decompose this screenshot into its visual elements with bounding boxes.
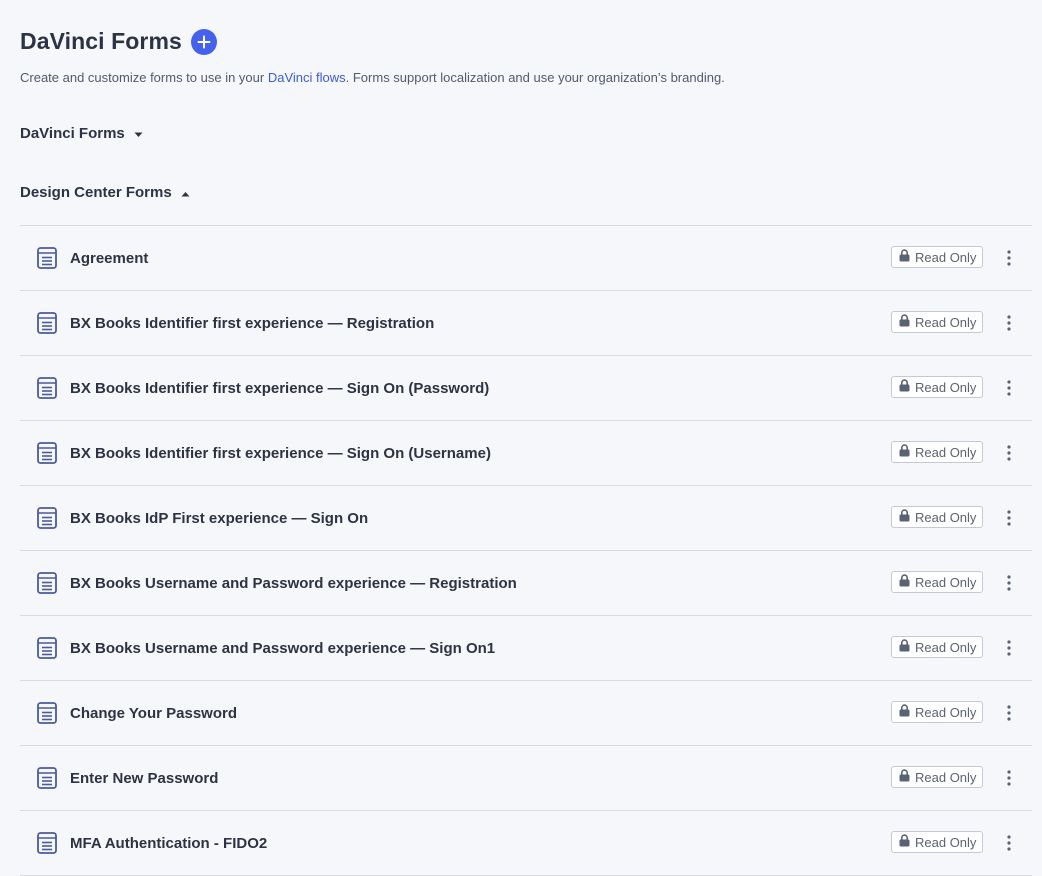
form-name[interactable]: MFA Authentication - FIDO2 [70,835,267,852]
section-label: DaVinci Forms [20,125,125,142]
more-options-icon[interactable] [1003,573,1015,593]
davinci-flows-link[interactable]: DaVinci flows [268,70,346,85]
section-toggle-davinci-forms[interactable]: DaVinci Forms [20,125,143,142]
badge-label: Read Only [915,444,977,460]
lock-icon [899,509,910,525]
form-icon [37,507,57,529]
form-row[interactable]: Change Your Password Read Only [20,681,1032,746]
form-icon [37,637,57,659]
form-icon [37,312,57,334]
page-title: DaVinci Forms [20,28,182,54]
lock-icon [899,249,910,265]
more-options-icon[interactable] [1003,768,1015,788]
read-only-badge: Read Only [891,571,984,593]
lock-icon [899,639,910,655]
form-name[interactable]: Enter New Password [70,770,218,787]
badge-label: Read Only [915,509,977,525]
form-name[interactable]: Change Your Password [70,705,237,722]
read-only-badge: Read Only [891,376,984,398]
form-name[interactable]: BX Books Username and Password experienc… [70,640,495,657]
badge-label: Read Only [915,574,977,590]
form-row[interactable]: BX Books Identifier first experience — S… [20,356,1032,421]
form-row[interactable]: MFA Authentication - FIDO2 Read Only [20,811,1032,876]
form-row[interactable]: BX Books IdP First experience — Sign On … [20,486,1032,551]
more-options-icon[interactable] [1003,443,1015,463]
form-name[interactable]: BX Books Identifier first experience — R… [70,315,434,332]
form-icon [37,702,57,724]
form-row[interactable]: BX Books Username and Password experienc… [20,551,1032,616]
lock-icon [899,379,910,395]
lock-icon [899,704,910,720]
form-icon [37,572,57,594]
read-only-badge: Read Only [891,766,984,788]
read-only-badge: Read Only [891,441,984,463]
lock-icon [899,574,910,590]
form-row[interactable]: BX Books Identifier first experience — R… [20,291,1032,356]
more-options-icon[interactable] [1003,508,1015,528]
more-options-icon[interactable] [1003,833,1015,853]
lock-icon [899,834,910,850]
form-icon [37,377,57,399]
lock-icon [899,769,910,785]
more-options-icon[interactable] [1003,638,1015,658]
form-name[interactable]: BX Books IdP First experience — Sign On [70,510,368,527]
form-icon [37,832,57,854]
page-header: DaVinci Forms [20,28,217,55]
plus-icon [197,35,211,48]
section-toggle-design-center-forms[interactable]: Design Center Forms [20,184,190,201]
read-only-badge: Read Only [891,831,984,853]
badge-label: Read Only [915,834,977,850]
badge-label: Read Only [915,379,977,395]
form-name[interactable]: BX Books Username and Password experienc… [70,575,517,592]
read-only-badge: Read Only [891,246,984,268]
more-options-icon[interactable] [1003,703,1015,723]
read-only-badge: Read Only [891,311,984,333]
badge-label: Read Only [915,639,977,655]
more-options-icon[interactable] [1003,248,1015,268]
badge-label: Read Only [915,249,977,265]
form-row[interactable]: BX Books Username and Password experienc… [20,616,1032,681]
read-only-badge: Read Only [891,506,984,528]
more-options-icon[interactable] [1003,378,1015,398]
read-only-badge: Read Only [891,636,984,658]
form-name[interactable]: BX Books Identifier first experience — S… [70,380,489,397]
form-name[interactable]: BX Books Identifier first experience — S… [70,445,491,462]
form-icon [37,247,57,269]
form-icon [37,442,57,464]
badge-label: Read Only [915,769,977,785]
form-name[interactable]: Agreement [70,250,148,267]
lock-icon [899,444,910,460]
read-only-badge: Read Only [891,701,984,723]
badge-label: Read Only [915,704,977,720]
lock-icon [899,314,910,330]
form-icon [37,767,57,789]
form-row[interactable]: Agreement Read Only [20,226,1032,291]
badge-label: Read Only [915,314,977,330]
caret-down-icon [134,125,143,142]
page-description: Create and customize forms to use in you… [20,70,725,85]
add-form-button[interactable] [190,28,217,55]
caret-up-icon [181,184,190,201]
form-row[interactable]: Enter New Password Read Only [20,746,1032,811]
form-list: Agreement Read Only BX Books Identifier … [20,225,1032,876]
section-label: Design Center Forms [20,184,172,201]
form-row[interactable]: BX Books Identifier first experience — S… [20,421,1032,486]
more-options-icon[interactable] [1003,313,1015,333]
